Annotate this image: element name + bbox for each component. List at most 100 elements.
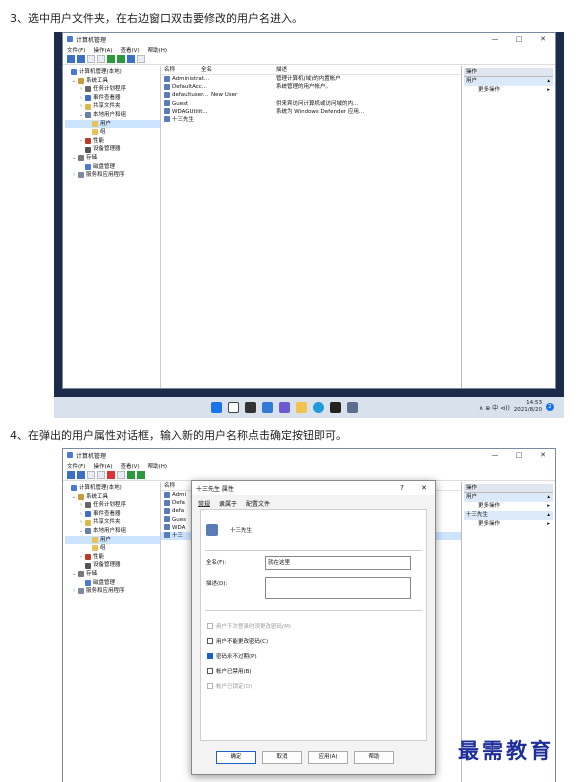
show-tree-icon[interactable] (97, 471, 105, 479)
clock[interactable]: 14:53 2021/8/20 (514, 400, 542, 414)
back-icon[interactable] (67, 55, 75, 63)
expand-toggle-icon[interactable]: › (79, 501, 83, 510)
up-folder-icon[interactable] (87, 471, 95, 479)
tree-item[interactable]: 用户 (65, 119, 160, 129)
help-dialog-button[interactable]: 帮助 (354, 751, 394, 764)
checkbox-icon[interactable] (207, 638, 213, 644)
checkbox-4[interactable]: 帐户已禁用(B) (207, 667, 252, 675)
more-actions[interactable]: 更多操作 ▸ (464, 86, 553, 95)
help-button[interactable]: ? (391, 484, 413, 492)
menu-file[interactable]: 文件(F) (67, 462, 85, 470)
close-button[interactable]: ✕ (531, 449, 555, 461)
tab-member-of[interactable]: 隶属于 (219, 499, 237, 508)
menu-view[interactable]: 查看(V) (121, 46, 140, 54)
notification-badge[interactable]: 2 (546, 403, 554, 411)
table-row[interactable]: WDAGUtilit... 系统为 Windows Defender 应用... (161, 108, 461, 116)
maximize-button[interactable]: □ (507, 449, 531, 461)
menu-help[interactable]: 帮助(H) (148, 46, 167, 54)
tree-item[interactable]: › 服务和应用程序 (65, 587, 160, 596)
tree-item[interactable]: 设备管理器 (65, 145, 160, 154)
tree-item[interactable]: › 共享文件夹 (65, 518, 160, 527)
table-row[interactable]: DefaultAcc... 系统管理的用户帐户。 (161, 83, 461, 91)
menu-view[interactable]: 查看(V) (121, 462, 140, 470)
tree-item[interactable]: 组 (65, 544, 160, 553)
tree-item[interactable]: ⌄ 存储 (65, 154, 160, 163)
tree-item[interactable]: › 事件查看器 (65, 94, 160, 103)
tree-item[interactable]: › 性能 (65, 137, 160, 146)
tree-item[interactable]: › 任务计划程序 (65, 501, 160, 510)
tree-item[interactable]: 用户 (65, 535, 160, 545)
minimize-button[interactable]: — (483, 33, 507, 45)
cancel-button[interactable]: 取消 (262, 751, 302, 764)
tree-item[interactable]: 计算机管理(本地) (65, 68, 160, 77)
expand-toggle-icon[interactable]: › (79, 137, 83, 146)
expand-toggle-icon[interactable]: › (79, 94, 83, 103)
tree-item[interactable]: ⌄ 系统工具 (65, 77, 160, 86)
tree-item[interactable]: ⌄ 本地用户和组 (65, 527, 160, 536)
description-input[interactable] (265, 577, 411, 599)
tree-item[interactable]: ⌄ 存储 (65, 570, 160, 579)
expand-toggle-icon[interactable]: ⌄ (79, 111, 83, 120)
ok-button[interactable]: 确定 (216, 751, 256, 764)
expand-toggle-icon[interactable]: › (79, 518, 83, 527)
properties-icon[interactable] (137, 55, 145, 63)
col-fullname[interactable]: 全名 (201, 66, 276, 74)
expand-toggle-icon[interactable]: › (79, 553, 83, 562)
menu-file[interactable]: 文件(F) (67, 46, 85, 54)
expand-toggle-icon[interactable]: ⌄ (72, 570, 76, 579)
expand-toggle-icon[interactable]: ⌄ (72, 154, 76, 163)
expand-toggle-icon[interactable]: ⌄ (72, 493, 76, 502)
expand-toggle-icon[interactable]: ⌄ (79, 527, 83, 536)
close-button[interactable]: ✕ (531, 33, 555, 45)
menu-help[interactable]: 帮助(H) (148, 462, 167, 470)
tree-item[interactable]: › 服务和应用程序 (65, 171, 160, 180)
col-description[interactable]: 描述 (276, 66, 461, 74)
table-row[interactable]: Administrat... 管理计算机(域)的内置帐户 (161, 75, 461, 83)
properties-icon[interactable] (117, 471, 125, 479)
back-icon[interactable] (67, 471, 75, 479)
menu-action[interactable]: 操作(A) (93, 462, 112, 470)
expand-toggle-icon[interactable]: › (79, 102, 83, 111)
actions-section-users[interactable]: 用户 ▴ (464, 77, 553, 86)
maximize-button[interactable]: □ (507, 33, 531, 45)
tree-item[interactable]: 计算机管理(本地) (65, 484, 160, 493)
tab-profile[interactable]: 配置文件 (246, 499, 270, 508)
tree-item[interactable]: ⌄ 系统工具 (65, 493, 160, 502)
forward-icon[interactable] (77, 471, 85, 479)
table-row[interactable]: Guest 供来宾访问计算机或访问域的内... (161, 100, 461, 108)
tree-item[interactable]: ⌄ 本地用户和组 (65, 111, 160, 120)
file-explorer-icon[interactable] (296, 402, 307, 413)
tree-item[interactable]: 磁盘管理 (65, 163, 160, 172)
store-icon[interactable] (330, 402, 341, 413)
checkbox-checked-icon[interactable] (207, 653, 213, 659)
checkbox-3[interactable]: 密码永不过期(P) (207, 652, 257, 660)
checkbox-2[interactable]: 用户不能更改密码(C) (207, 637, 268, 645)
widgets-icon[interactable] (262, 402, 273, 413)
up-folder-icon[interactable] (87, 55, 95, 63)
more-actions[interactable]: 更多操作 ▸ (464, 502, 553, 511)
more-actions-2[interactable]: 更多操作 ▸ (464, 520, 553, 529)
menu-action[interactable]: 操作(A) (93, 46, 112, 54)
show-tree-icon[interactable] (97, 55, 105, 63)
chat-icon[interactable] (279, 402, 290, 413)
forward-icon[interactable] (77, 55, 85, 63)
tree-item[interactable]: › 任务计划程序 (65, 85, 160, 94)
expand-toggle-icon[interactable]: › (72, 171, 76, 180)
tree-item[interactable]: 磁盘管理 (65, 579, 160, 588)
checkbox-icon[interactable] (207, 668, 213, 674)
dialog-close-button[interactable]: ✕ (413, 484, 435, 492)
tree-item[interactable]: 设备管理器 (65, 561, 160, 570)
computer-management-taskbar-icon[interactable] (347, 402, 358, 413)
expand-toggle-icon[interactable]: ⌄ (72, 77, 76, 86)
tray-icons[interactable]: ∧ ⊕ 中 ⊲)) (479, 403, 510, 412)
fullname-input[interactable]: 就在这里 (265, 556, 411, 570)
expand-toggle-icon[interactable]: › (79, 85, 83, 94)
task-view-icon[interactable] (245, 402, 256, 413)
col-name[interactable]: 名称 (161, 66, 201, 74)
minimize-button[interactable]: — (483, 449, 507, 461)
actions-section-users[interactable]: 用户 ▴ (464, 493, 553, 502)
expand-toggle-icon[interactable]: › (72, 587, 76, 596)
tree-item[interactable]: › 性能 (65, 553, 160, 562)
apply-button[interactable]: 应用(A) (308, 751, 348, 764)
export-list-icon[interactable] (117, 55, 125, 63)
